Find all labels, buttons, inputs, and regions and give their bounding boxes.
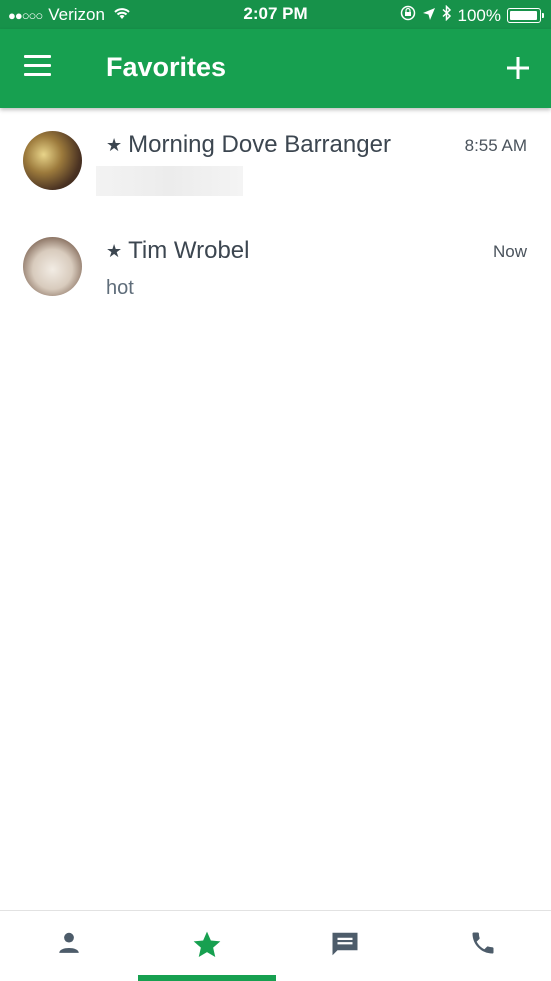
message-time: Now [492,242,527,261]
star-icon: ★ [106,134,123,155]
tab-contacts[interactable] [0,911,138,981]
status-bar: ●●○○○ Verizon 2:07 PM 100% [0,0,551,29]
tab-calls[interactable] [414,911,551,981]
battery-icon [507,8,544,23]
bluetooth-icon [442,4,452,26]
avatar [23,131,82,190]
bottom-nav [0,910,551,981]
page-title: Favorites [106,52,227,82]
battery-percent: 100% [457,5,501,25]
message-time: 8:55 AM [464,136,527,155]
selected-tab-indicator [138,975,276,981]
message-preview: hot [106,277,134,299]
tab-messages[interactable] [276,911,414,981]
contact-name: Tim Wrobel [128,237,250,264]
plus-icon [507,57,529,79]
contact-name: Morning Dove Barranger [128,131,391,158]
avatar [23,237,82,296]
menu-icon[interactable] [24,55,56,83]
favorites-list: ★ Morning Dove Barranger 8:55 AM ★ Tim W… [0,111,551,323]
star-icon [193,931,221,957]
star-icon: ★ [106,240,123,261]
location-icon [422,6,436,26]
list-item[interactable]: ★ Morning Dove Barranger 8:55 AM [0,111,551,217]
rotation-lock-icon [400,5,416,26]
add-favorite-button[interactable] [503,51,533,85]
tab-favorites[interactable] [138,911,276,981]
message-icon [332,932,358,956]
list-item[interactable]: ★ Tim Wrobel Now hot [0,217,551,323]
phone-icon [472,932,494,954]
app-bar: Favorites [0,29,551,108]
message-preview-redacted [96,166,243,196]
person-icon [59,932,79,953]
